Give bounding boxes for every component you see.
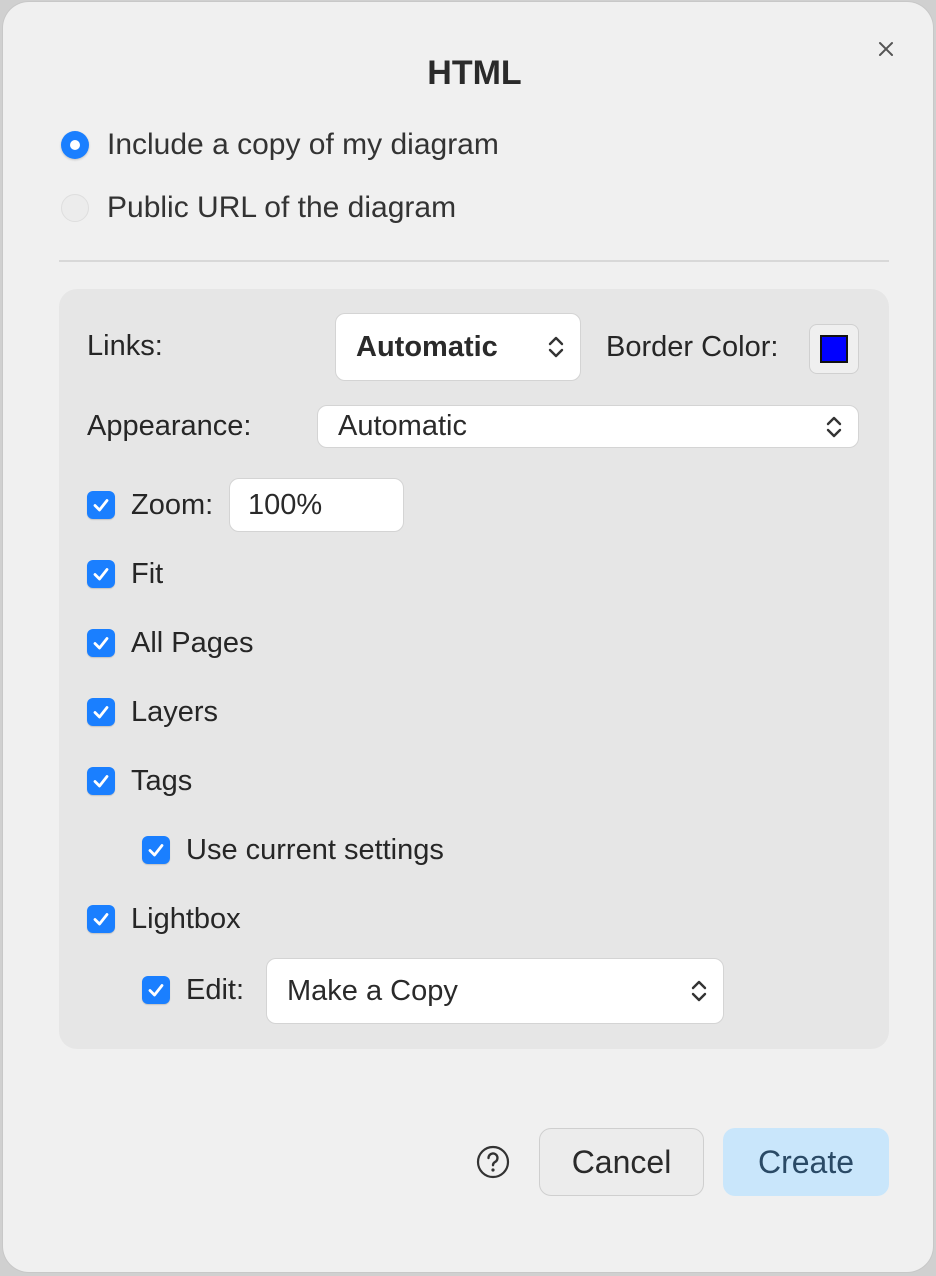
fit-checkbox-row[interactable]: Fit [87, 554, 163, 594]
edit-checkbox[interactable] [142, 976, 170, 1004]
edit-checkbox-row[interactable]: Edit: [142, 970, 244, 1010]
checkmark-icon [148, 844, 164, 857]
appearance-select[interactable]: Automatic [317, 405, 859, 448]
layers-checkbox[interactable] [87, 698, 115, 726]
checkmark-icon [93, 706, 109, 719]
cancel-button[interactable]: Cancel [539, 1128, 704, 1196]
lightbox-label: Lightbox [131, 902, 241, 935]
checkmark-icon [93, 499, 109, 512]
fit-checkbox[interactable] [87, 560, 115, 588]
border-color-swatch [820, 335, 848, 363]
all-pages-checkbox[interactable] [87, 629, 115, 657]
checkmark-icon [93, 637, 109, 650]
layers-label: Layers [131, 695, 219, 728]
checkmark-icon [93, 568, 109, 581]
use-current-settings-checkbox[interactable] [142, 836, 170, 864]
all-pages-label: All Pages [131, 626, 254, 659]
tags-checkbox-row[interactable]: Tags [87, 761, 192, 801]
checkmark-icon [93, 913, 109, 926]
links-select[interactable]: Automatic [335, 313, 581, 381]
html-export-dialog: HTML Include a copy of my diagram Public… [3, 2, 933, 1272]
zoom-label: Zoom: [131, 488, 214, 521]
radio-button-selected[interactable] [61, 131, 89, 159]
border-color-well[interactable] [809, 324, 859, 374]
edit-select[interactable]: Make a Copy [266, 958, 724, 1024]
layers-checkbox-row[interactable]: Layers [87, 692, 218, 732]
appearance-label: Appearance: [87, 410, 252, 442]
zoom-checkbox-row[interactable]: Zoom: [87, 485, 213, 525]
radio-button-unselected[interactable] [61, 194, 89, 222]
checkmark-icon [93, 775, 109, 788]
links-label: Links: [87, 330, 163, 362]
help-icon [476, 1145, 510, 1179]
radio-public-url[interactable]: Public URL of the diagram [61, 188, 456, 228]
links-select-value: Automatic [356, 330, 498, 363]
chevron-up-down-icon [691, 980, 707, 1002]
tags-checkbox[interactable] [87, 767, 115, 795]
tags-label: Tags [131, 764, 193, 797]
edit-label: Edit: [186, 973, 245, 1006]
create-button[interactable]: Create [723, 1128, 889, 1196]
lightbox-checkbox-row[interactable]: Lightbox [87, 899, 241, 939]
zoom-checkbox[interactable] [87, 491, 115, 519]
chevron-up-down-icon [548, 336, 564, 358]
chevron-up-down-icon [826, 416, 842, 437]
border-color-label: Border Color: [606, 331, 779, 363]
edit-select-value: Make a Copy [287, 974, 458, 1007]
fit-label: Fit [131, 557, 164, 590]
use-current-settings-label: Use current settings [186, 833, 444, 866]
lightbox-checkbox[interactable] [87, 905, 115, 933]
checkmark-icon [148, 984, 164, 997]
radio-include-copy[interactable]: Include a copy of my diagram [61, 125, 499, 165]
divider [59, 260, 889, 262]
use-current-settings-checkbox-row[interactable]: Use current settings [142, 830, 444, 870]
all-pages-checkbox-row[interactable]: All Pages [87, 623, 254, 663]
dialog-title: HTML [427, 54, 522, 92]
radio-label: Include a copy of my diagram [107, 128, 499, 161]
zoom-input[interactable]: 100% [229, 478, 404, 532]
radio-label: Public URL of the diagram [107, 191, 457, 224]
help-button[interactable] [475, 1144, 511, 1180]
appearance-select-value: Automatic [338, 410, 467, 442]
